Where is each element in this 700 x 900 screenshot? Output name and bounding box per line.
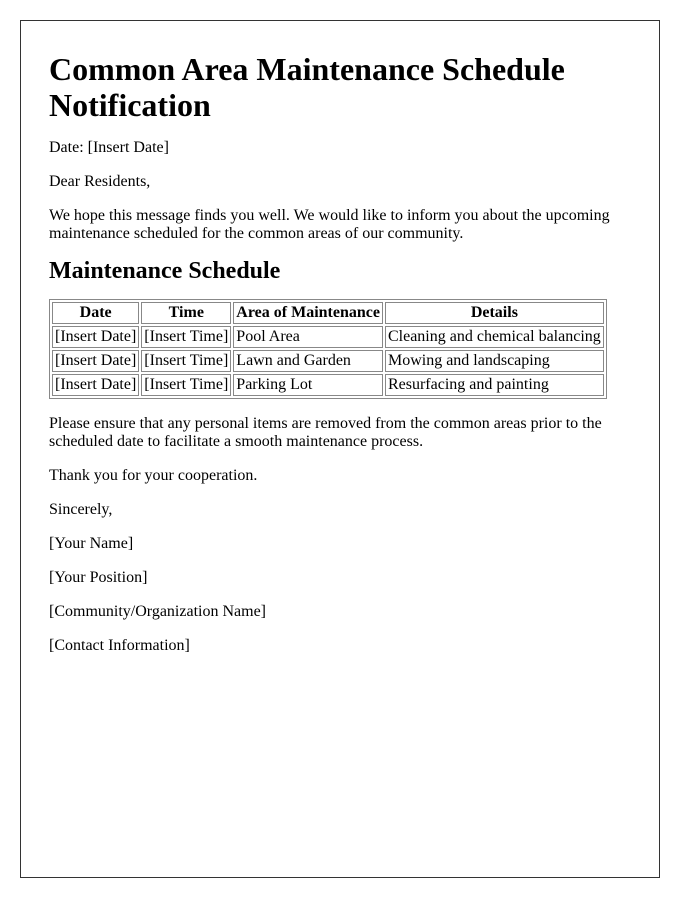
section-heading: Maintenance Schedule <box>49 258 281 284</box>
table-row: [Insert Date] [Insert Time] Lawn and Gar… <box>52 350 604 372</box>
cell-date: [Insert Date] <box>52 350 140 372</box>
cell-area: Pool Area <box>233 326 383 348</box>
signature-contact: [Contact Information] <box>49 637 190 654</box>
maintenance-schedule-table: Date Time Area of Maintenance Details [I… <box>49 299 607 399</box>
cell-details: Mowing and landscaping <box>384 350 604 372</box>
signature-position: [Your Position] <box>49 569 148 586</box>
cell-time: [Insert Time] <box>141 350 232 372</box>
intro-paragraph: We hope this message finds you well. We … <box>49 207 610 242</box>
table-header-row: Date Time Area of Maintenance Details <box>52 302 604 324</box>
letter-page: Common Area Maintenance Schedule Notific… <box>20 20 660 878</box>
cell-details: Cleaning and chemical balancing <box>384 326 604 348</box>
cell-area: Parking Lot <box>233 374 383 396</box>
column-header-date: Date <box>52 302 140 324</box>
cell-time: [Insert Time] <box>141 374 232 396</box>
column-header-details: Details <box>384 302 604 324</box>
column-header-time: Time <box>141 302 232 324</box>
greeting: Dear Residents, <box>49 173 151 190</box>
table-row: [Insert Date] [Insert Time] Pool Area Cl… <box>52 326 604 348</box>
cell-area: Lawn and Garden <box>233 350 383 372</box>
page-title: Common Area Maintenance Schedule Notific… <box>49 51 565 123</box>
cell-date: [Insert Date] <box>52 374 140 396</box>
date-line: Date: [Insert Date] <box>49 139 169 156</box>
column-header-area: Area of Maintenance <box>233 302 383 324</box>
cell-time: [Insert Time] <box>141 326 232 348</box>
closing-line: Sincerely, <box>49 501 113 518</box>
cell-details: Resurfacing and painting <box>384 374 604 396</box>
cell-date: [Insert Date] <box>52 326 140 348</box>
table-row: [Insert Date] [Insert Time] Parking Lot … <box>52 374 604 396</box>
instructions-paragraph: Please ensure that any personal items ar… <box>49 415 602 450</box>
signature-name: [Your Name] <box>49 535 134 552</box>
signature-organization: [Community/Organization Name] <box>49 603 266 620</box>
thanks-line: Thank you for your cooperation. <box>49 467 258 484</box>
